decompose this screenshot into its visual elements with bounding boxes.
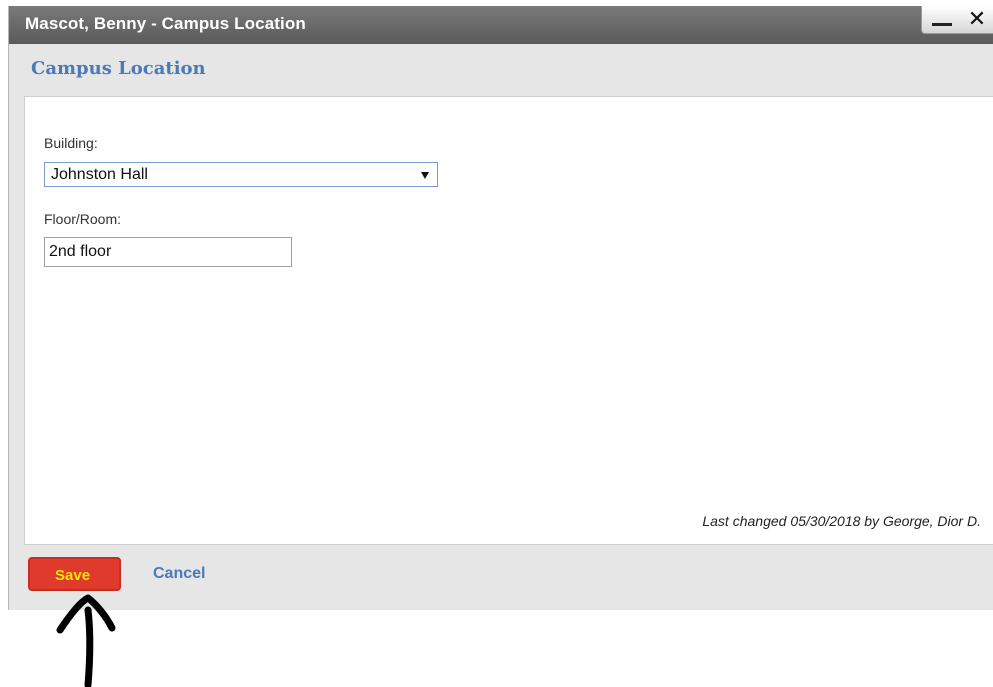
form-panel: Building: Johnston Hall Floor/Room: Last… <box>24 96 993 545</box>
save-button[interactable]: Save <box>28 557 121 591</box>
minimize-button[interactable] <box>926 8 958 30</box>
building-select-value: Johnston Hall <box>51 166 148 183</box>
close-icon: ✕ <box>967 6 987 31</box>
building-select[interactable]: Johnston Hall <box>44 162 438 187</box>
cancel-link[interactable]: Cancel <box>153 565 205 583</box>
building-label: Building: <box>44 135 98 151</box>
annotation-arrow-icon <box>56 594 116 687</box>
save-button-label: Save <box>55 567 91 584</box>
floor-room-label: Floor/Room: <box>44 211 122 227</box>
dropdown-arrow-icon <box>421 172 429 179</box>
title-bar[interactable]: Mascot, Benny - Campus Location ✕ <box>9 6 993 44</box>
last-changed-text: Last changed 05/30/2018 by George, Dior … <box>702 513 981 529</box>
section-title: Campus Location <box>31 58 206 79</box>
minimize-icon <box>932 23 952 26</box>
close-button[interactable]: ✕ <box>962 6 992 32</box>
dialog-window: Mascot, Benny - Campus Location ✕ Campus… <box>8 6 993 610</box>
window-title: Mascot, Benny - Campus Location <box>25 14 306 33</box>
window-controls: ✕ <box>921 6 993 34</box>
floor-room-input[interactable] <box>44 237 292 267</box>
